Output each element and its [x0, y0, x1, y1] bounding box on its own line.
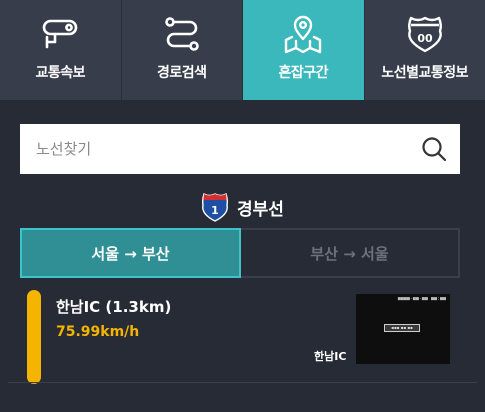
congestion-list: 한남IC (1.3km) 75.99km/h 한남IC ■■■■-■■-■■ ■…: [0, 286, 485, 386]
cctv-thumbnail[interactable]: ■■■■-■■-■■ ■■:■■ ▪▪▪ ▪▪ ▪▪: [356, 294, 450, 364]
top-nav: 교통속보 경로검색 혼잡구간 00 노선별교통정보: [0, 0, 485, 100]
map-pin-icon: [281, 12, 325, 56]
nav-label: 교통속보: [35, 65, 86, 81]
list-item[interactable]: 한남IC (1.3km) 75.99km/h 한남IC ■■■■-■■-■■ ■…: [0, 286, 485, 384]
cctv-camera-icon: [38, 12, 82, 56]
nav-item-congestion[interactable]: 혼잡구간: [243, 0, 365, 100]
highway-route-badge-icon: 1: [202, 192, 229, 222]
cctv-label: 한남IC: [314, 350, 347, 363]
route-badge-number: 1: [211, 204, 219, 217]
tab-busan-to-seoul[interactable]: 부산 → 서울: [241, 228, 460, 278]
cctv-timestamp-overlay: ■■■■-■■-■■ ■■:■■: [397, 296, 446, 302]
search-icon: [422, 137, 447, 162]
route-title: 1 경부선: [0, 190, 485, 224]
nav-label: 혼잡구간: [278, 65, 329, 81]
search-button[interactable]: [408, 124, 460, 174]
nav-item-route-search[interactable]: 경로검색: [122, 0, 243, 100]
nav-label: 노선별교통정보: [381, 65, 469, 81]
speed-indicator-bar: [27, 290, 41, 384]
route-name: 경부선: [237, 199, 284, 220]
tab-seoul-to-busan[interactable]: 서울 → 부산: [20, 228, 241, 278]
divider: [8, 382, 477, 383]
cctv-message-box: ▪▪▪ ▪▪ ▪▪: [384, 324, 420, 332]
nav-item-traffic-news[interactable]: 교통속보: [0, 0, 122, 100]
highway-shield-icon: 00: [403, 12, 447, 56]
search-bar: [20, 124, 460, 174]
search-input[interactable]: [20, 124, 408, 174]
shield-number: 00: [417, 32, 433, 45]
ic-name: 한남IC (1.3km): [56, 298, 172, 316]
route-path-icon: [160, 12, 204, 56]
nav-label: 경로검색: [156, 65, 207, 81]
direction-tabs: 서울 → 부산 부산 → 서울: [20, 228, 460, 278]
nav-item-route-traffic-info[interactable]: 00 노선별교통정보: [365, 0, 485, 100]
main-content: 1 경부선 서울 → 부산 부산 → 서울 한남IC (1.3km) 75.99…: [0, 100, 485, 412]
ic-speed: 75.99km/h: [56, 324, 140, 340]
